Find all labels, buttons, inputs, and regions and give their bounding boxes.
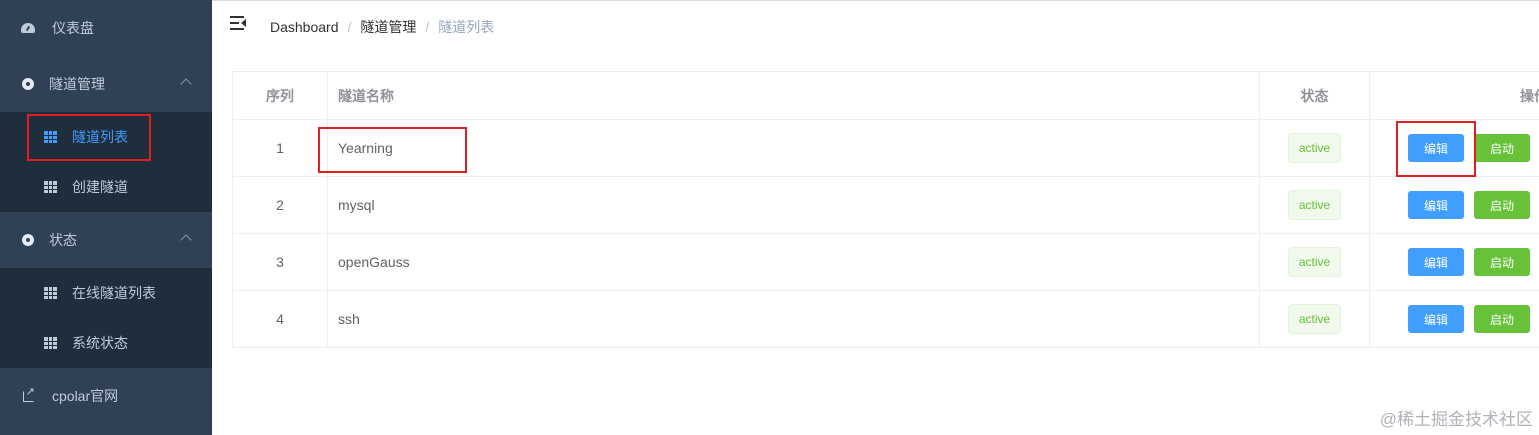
menu-tunnel-list[interactable]: 隧道列表 (0, 112, 212, 162)
table-row: 2 mysql active 编辑 启动 (233, 177, 1539, 234)
menu-status-label: 状态 (49, 232, 77, 248)
edit-button[interactable]: 编辑 (1408, 191, 1464, 219)
tunnel-submenu: 隧道列表 创建隧道 (0, 112, 212, 212)
navbar: Dashboard / 隧道管理 / 隧道列表 (212, 0, 1539, 50)
menu-online-tunnels[interactable]: 在线隧道列表 (0, 268, 212, 318)
menu-dashboard[interactable]: 仪表盘 (0, 0, 212, 56)
menu-system-status[interactable]: 系统状态 (0, 318, 212, 368)
menu-status[interactable]: 状态 (0, 212, 212, 268)
breadcrumb-separator: / (347, 19, 352, 35)
start-button[interactable]: 启动 (1474, 248, 1530, 276)
edit-button[interactable]: 编辑 (1408, 305, 1464, 333)
menu-tunnel-list-label: 隧道列表 (72, 129, 128, 145)
table-row: 3 openGauss active 编辑 启动 (233, 234, 1539, 291)
chevron-up-icon (180, 78, 192, 90)
status-badge: active (1287, 247, 1342, 277)
header-index: 序列 (233, 72, 328, 119)
breadcrumb-tunnel-management[interactable]: 隧道管理 (360, 17, 416, 37)
ops-cell: 编辑 启动 (1370, 120, 1539, 176)
status-badge: active (1287, 190, 1342, 220)
row-name: openGauss (328, 234, 1260, 290)
menu-create-tunnel[interactable]: 创建隧道 (0, 162, 212, 212)
status-cell: active (1260, 177, 1370, 233)
row-index: 1 (233, 120, 328, 176)
chevron-up-icon (180, 234, 192, 246)
menu-cpolar-site-label: cpolar官网 (52, 388, 119, 404)
grid-icon (42, 179, 58, 195)
table-row: 4 ssh active 编辑 启动 (233, 291, 1539, 348)
status-badge: active (1287, 304, 1342, 334)
header-ops: 操作 (1520, 87, 1539, 104)
menu-system-status-label: 系统状态 (72, 335, 128, 351)
header-status: 状态 (1260, 72, 1370, 119)
header-name: 隧道名称 (328, 72, 1260, 119)
status-badge: active (1287, 133, 1342, 163)
ops-cell: 编辑 启动 (1370, 177, 1539, 233)
menu-cpolar-site[interactable]: cpolar官网 (0, 368, 212, 424)
breadcrumb-separator: / (425, 19, 430, 35)
start-button[interactable]: 启动 (1474, 191, 1530, 219)
table-header: 序列 隧道名称 状态 操作 (233, 72, 1539, 120)
hamburger-icon[interactable] (230, 16, 246, 30)
watermark: @稀土掘金技术社区 (1379, 410, 1533, 429)
menu-tunnel-management-label: 隧道管理 (49, 76, 105, 92)
row-name: mysql (328, 177, 1260, 233)
status-cell: active (1260, 234, 1370, 290)
menu-online-tunnels-label: 在线隧道列表 (72, 285, 156, 301)
circle-icon (20, 76, 36, 92)
row-index: 3 (233, 234, 328, 290)
row-index: 2 (233, 177, 328, 233)
start-button[interactable]: 启动 (1474, 305, 1530, 333)
row-name: Yearning (328, 120, 1260, 176)
edit-button[interactable]: 编辑 (1408, 134, 1464, 162)
edit-button[interactable]: 编辑 (1408, 248, 1464, 276)
breadcrumb-dashboard[interactable]: Dashboard (270, 19, 339, 35)
external-link-icon (20, 385, 36, 404)
row-name: ssh (328, 291, 1260, 347)
ops-cell: 编辑 启动 (1370, 234, 1539, 290)
sidebar: 仪表盘 隧道管理 隧道列表 创建隧道 状态 在线隧道列表 系统状态 cpolar… (0, 0, 212, 435)
circle-icon (20, 232, 36, 248)
status-cell: active (1260, 120, 1370, 176)
row-index: 4 (233, 291, 328, 347)
menu-create-tunnel-label: 创建隧道 (72, 179, 128, 195)
menu-tunnel-management[interactable]: 隧道管理 (0, 56, 212, 112)
table-row: 1 Yearning active 编辑 启动 (233, 120, 1539, 177)
grid-icon (42, 285, 58, 301)
status-cell: active (1260, 291, 1370, 347)
ops-cell: 编辑 启动 (1370, 291, 1539, 347)
grid-icon (42, 335, 58, 351)
start-button[interactable]: 启动 (1474, 134, 1530, 162)
dashboard-icon (20, 20, 36, 36)
breadcrumb: Dashboard / 隧道管理 / 隧道列表 (270, 17, 494, 37)
grid-icon (42, 129, 58, 145)
status-submenu: 在线隧道列表 系统状态 (0, 268, 212, 368)
tunnel-table: 序列 隧道名称 状态 操作 1 Yearning active 编辑 启动 2 … (232, 71, 1539, 348)
menu-dashboard-label: 仪表盘 (52, 20, 94, 36)
breadcrumb-current: 隧道列表 (438, 19, 495, 35)
